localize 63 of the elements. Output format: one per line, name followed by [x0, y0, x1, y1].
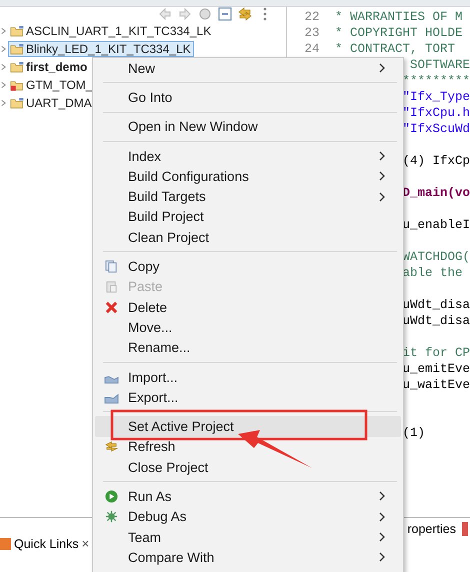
menu-item[interactable]: Refresh [95, 436, 401, 458]
code-line: (4) IfxCp [402, 153, 470, 169]
quick-links-icon [0, 538, 11, 550]
run-icon [105, 490, 118, 503]
project-item[interactable]: UART_DMA [8, 95, 95, 111]
menu-item[interactable]: Build Project [95, 206, 401, 228]
menu-item[interactable]: Team [95, 526, 401, 548]
menu-item[interactable]: Delete [95, 296, 401, 318]
delete-icon [105, 300, 118, 314]
menu-item[interactable]: Run As [95, 486, 401, 507]
menu-item[interactable]: Clean Project [95, 227, 401, 248]
code-line: u_waitEve [402, 377, 470, 393]
properties-icon [462, 522, 468, 536]
line-number: 22 [303, 9, 320, 25]
code-line: * COPYRIGHT HOLDE [334, 25, 463, 41]
project-item[interactable]: GTM_TOM_ [8, 77, 96, 93]
menu-item[interactable]: Build Configurations [95, 166, 401, 186]
back-icon[interactable] [158, 7, 172, 21]
code-line: uWdt_disa [402, 313, 470, 329]
collapse-all-icon[interactable] [218, 7, 232, 21]
menu-item[interactable]: Go Into [95, 87, 401, 108]
code-line: WATCHDOG( [402, 249, 470, 265]
project-item[interactable]: first_demo [8, 59, 90, 75]
project-item[interactable]: ASCLIN_UART_1_KIT_TC334_LK [8, 23, 214, 39]
menu-item[interactable]: Open in New Window [95, 116, 401, 137]
menu-item[interactable]: Close Project [95, 457, 401, 478]
forward-icon[interactable] [178, 7, 192, 21]
copy-icon [105, 260, 118, 274]
code-line: it for CP [402, 345, 470, 361]
code-line: SOFTWARE [408, 57, 470, 73]
code-line: ********* [402, 73, 470, 89]
line-number: 23 [303, 25, 320, 41]
menu-item[interactable]: Set Active Project [95, 416, 401, 437]
code-line: * CONTRACT, TORT [334, 41, 456, 57]
refresh-icon [105, 440, 118, 454]
code-line: uWdt_disa [402, 297, 470, 313]
menu-item[interactable]: Build Targets [95, 186, 401, 207]
code-line: u_emitEve [402, 361, 470, 377]
code-line: u_enableI [402, 217, 470, 233]
bug-icon [105, 510, 118, 524]
menu-item[interactable]: Compare With [95, 547, 401, 568]
link-icon[interactable] [238, 7, 252, 21]
code-line: "IfxCpu.h [402, 105, 470, 121]
menu-item[interactable]: Export... [95, 387, 401, 408]
menu-item[interactable]: Import... [95, 366, 401, 388]
code-line: * WARRANTIES OF M [334, 9, 463, 25]
quick-links-tab[interactable]: Quick Links × [0, 536, 90, 551]
code-line: "Ifx_Type [402, 89, 470, 105]
code-line: (1) [402, 425, 425, 441]
project-item[interactable]: Blinky_LED_1_KIT_TC334_LK [8, 41, 194, 57]
menu-item[interactable]: Move... [95, 317, 401, 338]
menu-item[interactable]: Index [95, 146, 401, 166]
paste-icon [105, 280, 118, 294]
code-line: "IfxScuWd [402, 121, 470, 137]
menu-item[interactable]: Rename... [95, 338, 401, 358]
code-line: D_main(vo [402, 185, 470, 201]
close-button[interactable]: × [82, 536, 90, 551]
menu-item[interactable]: Debug As [95, 506, 401, 527]
properties-tab[interactable]: roperties [407, 522, 470, 536]
menu-item[interactable]: New [95, 58, 401, 78]
line-number: 24 [303, 41, 320, 57]
menu-item[interactable]: Copy [95, 256, 401, 277]
code-line: able the [402, 265, 462, 281]
